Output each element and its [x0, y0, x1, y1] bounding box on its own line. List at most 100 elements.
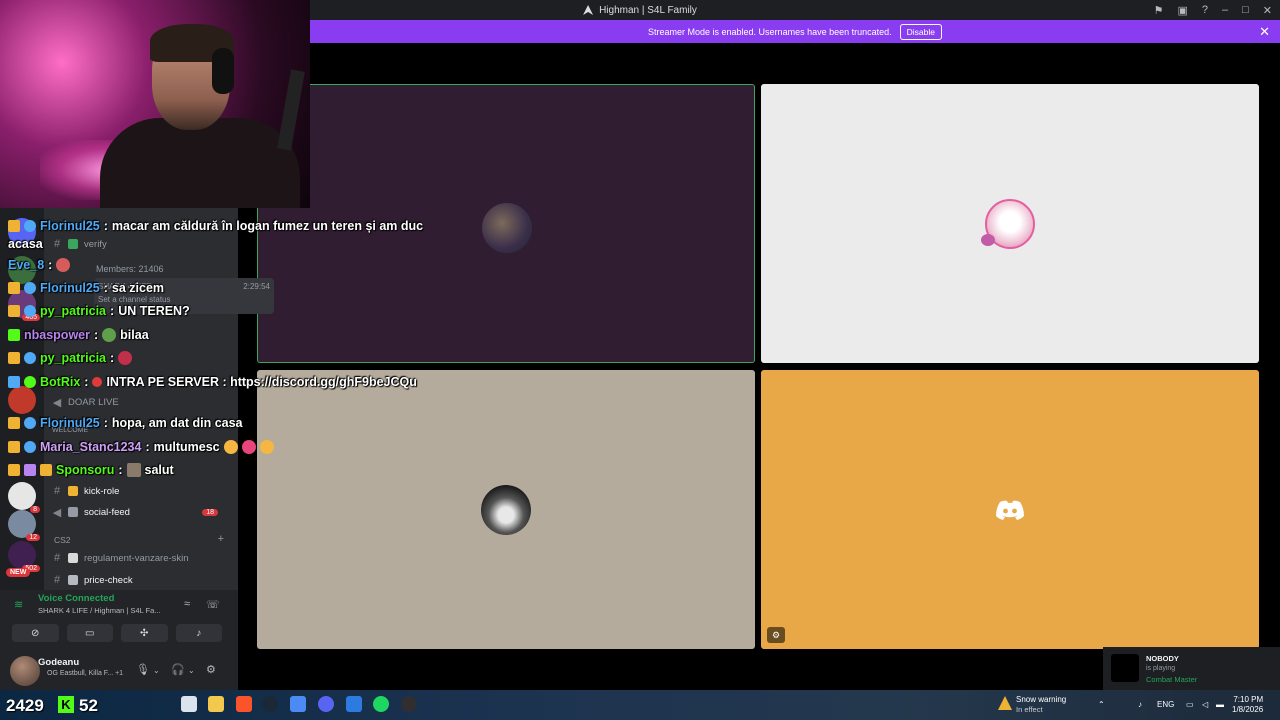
chevron-down-icon[interactable]: ⌄ — [188, 666, 195, 675]
crown-badge-icon — [8, 352, 20, 364]
user-status: OG Eastbull, Killa F... +1 — [47, 670, 124, 677]
chevron-down-icon[interactable]: ⌄ — [153, 666, 160, 675]
participant-avatar — [481, 485, 531, 535]
disconnect-icon[interactable]: ☏ — [206, 598, 220, 611]
chat-text: acasa — [8, 237, 43, 251]
task-view-icon[interactable] — [181, 696, 197, 712]
maximize-button[interactable]: □ — [1242, 4, 1249, 16]
chat-message: acasa — [8, 237, 43, 251]
spotify-icon[interactable] — [373, 696, 389, 712]
video-tile-4[interactable]: ⚙ — [761, 370, 1259, 649]
chat-text: bilaa — [120, 328, 149, 342]
sparkle-icon — [68, 486, 78, 496]
stream-settings-icon[interactable]: ⚙ — [767, 627, 785, 643]
screen-share-button[interactable]: ▭ — [66, 624, 113, 642]
voice-actions: ⊘ ▭ ✣ ♪ — [12, 624, 222, 644]
chat-message: py_patricia: — [8, 351, 133, 365]
window-controls: ⚑ ▣ ? – □ ✕ — [1154, 0, 1272, 20]
voice-channel-path[interactable]: SHARK 4 LIFE / Highman | S4L Fa... — [38, 606, 161, 615]
chat-username: Eve_8 — [8, 258, 45, 272]
channel-label: regulament-vanzare-skin — [84, 552, 189, 564]
app-icon[interactable] — [346, 696, 362, 712]
language-indicator[interactable]: ENG — [1157, 700, 1174, 709]
chat-username: nbaspower — [24, 328, 90, 342]
clock[interactable]: 7:10 PM 1/8/2026 — [1232, 695, 1263, 715]
channel-label: price-check — [84, 574, 133, 586]
sub-badge-icon — [8, 329, 20, 341]
chat-message: Florinul25: sa zicem — [8, 281, 164, 295]
battery-icon[interactable]: ▬ — [1216, 700, 1224, 709]
category-cs2[interactable]: CS2 — [54, 535, 71, 545]
avatar[interactable] — [10, 656, 40, 686]
chat-message: BotRix: INTRA PE SERVER : https://discor… — [8, 375, 417, 389]
sub-badge-icon — [24, 220, 36, 232]
hash-icon: # — [53, 485, 61, 497]
add-channel-icon[interactable]: + — [218, 533, 224, 545]
server-icon[interactable]: 502 — [8, 541, 40, 572]
emote-icon — [126, 463, 141, 477]
chat-username: py_patricia — [40, 351, 107, 365]
banner-text: Streamer Mode is enabled. Usernames have… — [648, 26, 892, 37]
channel-social-feed[interactable]: ◀ social-feed 18 — [52, 504, 232, 520]
close-window-button[interactable]: ✕ — [1263, 4, 1272, 17]
steam-icon[interactable] — [262, 696, 278, 712]
channel-price-check[interactable]: # price-check — [52, 572, 133, 588]
signal-icon: ≋ — [14, 599, 24, 611]
microphone-tray-icon[interactable]: ♪ — [1138, 700, 1142, 709]
network-icon[interactable]: ▭ — [1186, 700, 1194, 709]
camera-off-button[interactable]: ⊘ — [12, 624, 59, 642]
crown-badge-icon — [8, 441, 20, 453]
gear-icon[interactable]: ⚙ — [206, 663, 216, 676]
stage-icon — [583, 5, 594, 15]
username: Godeanu — [38, 657, 80, 668]
activity-label: is playing — [1146, 665, 1176, 672]
chat-text: UN TEREN? — [118, 304, 190, 318]
file-explorer-icon[interactable] — [208, 696, 224, 712]
stream-chat-overlay: Florinul25: macar am căldură în logan fu… — [8, 196, 468, 486]
show-hidden-icons-icon[interactable]: ⌃ — [1098, 700, 1105, 709]
close-icon[interactable]: ✕ — [1259, 24, 1270, 40]
hash-icon: # — [53, 552, 61, 564]
brave-browser-icon[interactable] — [236, 696, 252, 712]
server-icon[interactable]: 12 — [8, 510, 40, 541]
participant-avatar — [482, 203, 532, 253]
volume-icon[interactable]: ◁ — [1202, 700, 1208, 709]
server-icon[interactable]: 8 — [8, 482, 40, 513]
minimize-button[interactable]: – — [1222, 4, 1228, 16]
help-icon[interactable]: ? — [1202, 4, 1208, 16]
microphone-icon[interactable]: 🎙 — [136, 663, 150, 676]
soundboard-button[interactable]: ♪ — [175, 624, 222, 642]
discord-icon[interactable] — [318, 696, 334, 712]
app-icon[interactable] — [290, 696, 306, 712]
server-badge: 12 — [26, 534, 40, 541]
activities-button[interactable]: ✣ — [121, 624, 168, 642]
sub-badge-icon — [40, 464, 52, 476]
viewer-count: 52 — [79, 696, 98, 715]
sub-badge-icon — [24, 305, 36, 317]
noise-suppression-icon[interactable]: ≈ — [184, 598, 190, 610]
clock-time: 7:10 PM — [1233, 695, 1264, 704]
user-panel: Godeanu OG Eastbull, Killa F... +1 🎙 ⌄ 🎧… — [0, 652, 238, 690]
channel-regulament[interactable]: # regulament-vanzare-skin — [52, 550, 189, 566]
screen-icon[interactable]: ▣ — [1177, 4, 1187, 17]
chat-message: Maria_Stanc1234: multumesc — [8, 440, 274, 454]
kiss-emoji-icon — [259, 440, 274, 454]
chat-username: py_patricia — [40, 304, 107, 318]
weather-title: Snow warning — [1016, 695, 1067, 704]
obs-icon[interactable] — [401, 696, 417, 712]
headphones-icon[interactable]: 🎧 — [171, 663, 185, 676]
window-title: Highman | S4L Family — [583, 5, 697, 16]
verified-badge-icon — [24, 376, 36, 388]
video-tile-2[interactable] — [761, 84, 1259, 363]
now-playing-card[interactable]: NOBODY is playing Combat Master — [1103, 647, 1280, 690]
heart-emoji-icon — [241, 440, 256, 454]
flag-icon[interactable]: ⚑ — [1154, 4, 1164, 17]
rose-emote-icon — [118, 351, 133, 365]
streamer-mode-banner: Streamer Mode is enabled. Usernames have… — [310, 20, 1280, 43]
alert-emote-icon — [92, 377, 103, 387]
voice-connected-status[interactable]: Voice Connected — [38, 593, 114, 604]
chat-text: macar am căldură în logan fumez un teren… — [111, 219, 424, 233]
disable-button[interactable]: Disable — [899, 23, 942, 40]
game-thumbnail — [1111, 654, 1139, 682]
crown-badge-icon — [8, 417, 20, 429]
